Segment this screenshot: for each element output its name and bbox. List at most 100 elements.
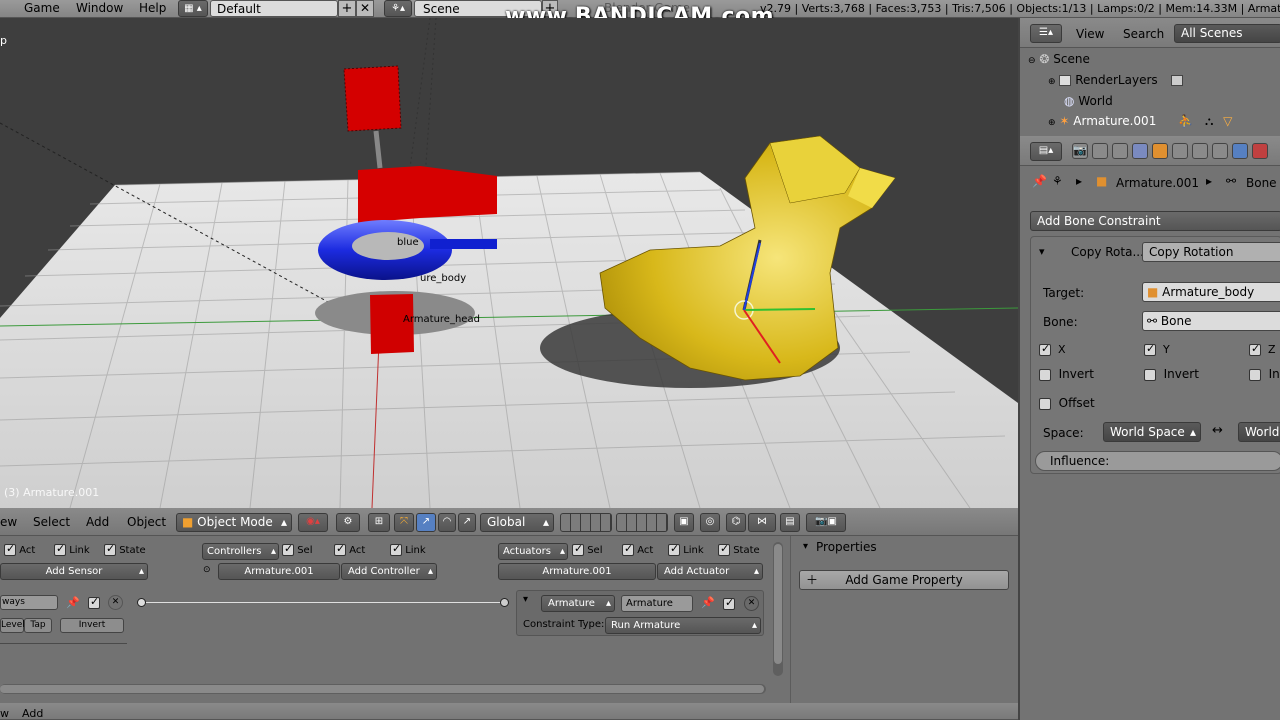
controller-expand-icon[interactable]: ⊙ [203, 565, 211, 575]
sensor-always-field[interactable]: ways [0, 595, 58, 610]
actuator-enable-check[interactable] [723, 596, 735, 610]
sensor-state-check[interactable]: State [104, 542, 146, 556]
scene-selector[interactable]: ⚘▴ [384, 0, 412, 17]
target-field[interactable]: ■ Armature_body [1142, 282, 1280, 302]
add-bone-constraint-button[interactable]: Add Bone Constraint [1030, 211, 1280, 231]
actuator-name-field[interactable]: Armature [621, 595, 693, 612]
scale-manipulator[interactable]: ↗ [458, 513, 476, 532]
properties-collapse-icon[interactable]: ▾ [803, 541, 808, 552]
close-layout-button[interactable]: ✕ [356, 0, 374, 17]
pin-icon[interactable]: 📌 [1032, 174, 1047, 188]
menu-window[interactable]: Window [76, 1, 123, 15]
logic-vertical-scrollbar[interactable] [773, 542, 783, 676]
actuators-filter-dropdown[interactable]: Actuators ▴ [498, 543, 568, 560]
layout-selector[interactable]: ▦ ▴ [178, 0, 208, 17]
sensor-pin-icon[interactable]: 📌 [66, 596, 80, 609]
menu-object[interactable]: Object [127, 515, 166, 529]
logic-menu-add[interactable]: Add [22, 707, 43, 720]
constraint-type-dropdown[interactable]: Run Armature ▴ [605, 617, 761, 634]
sensor-delete-icon[interactable]: ✕ [108, 595, 123, 610]
actuator-state-check[interactable]: State [718, 542, 760, 556]
menu-game[interactable]: Game [24, 1, 60, 15]
bone-tab-icon[interactable] [1212, 143, 1228, 159]
lock-layers-button[interactable]: ▣ [674, 513, 694, 532]
layout-field[interactable]: Default [210, 0, 338, 17]
proportional-edit-button[interactable]: ◎ [700, 513, 720, 532]
snap-magnet-button[interactable]: ⌬ [726, 513, 746, 532]
logic-menu-view[interactable]: w [0, 707, 9, 720]
sensor-link-check[interactable]: Link [54, 542, 90, 556]
use-z-check[interactable]: Z [1249, 342, 1276, 356]
offset-check[interactable]: Offset [1039, 396, 1095, 410]
orientation-dropdown[interactable]: Global ▴ [480, 513, 554, 532]
controller-sel-check[interactable]: Sel [282, 542, 312, 556]
sensor-act-check[interactable]: Act [4, 542, 35, 556]
add-controller-dropdown[interactable]: Add Controller ▴ [341, 563, 437, 580]
logic-horizontal-scrollbar[interactable] [0, 684, 766, 694]
controller-act-check[interactable]: Act [334, 542, 365, 556]
sensor-enable-check[interactable] [88, 595, 100, 609]
outliner-item-world[interactable]: ◍ World [1064, 94, 1278, 112]
outliner-item-armature[interactable]: ⊕ ✶ Armature.001 ⛹ ⛬ ▽ [1048, 114, 1280, 134]
add-layout-button[interactable]: + [338, 0, 356, 17]
invert-x-check[interactable]: Invert [1039, 367, 1094, 381]
actuator-delete-icon[interactable]: ✕ [744, 596, 759, 611]
controllers-filter-dropdown[interactable]: Controllers ▴ [202, 543, 279, 560]
use-y-check[interactable]: Y [1144, 342, 1170, 356]
outliner-display-dropdown[interactable]: All Scenes [1174, 24, 1280, 43]
actuator-collapse-icon[interactable]: ▾ [523, 594, 528, 605]
actuator-act-check[interactable]: Act [622, 542, 653, 556]
viewport-shading-button[interactable]: ◉▴ [298, 513, 328, 532]
add-sensor-dropdown[interactable]: Add Sensor ▴ [0, 563, 148, 580]
constraint-type-field[interactable]: Copy Rotation [1142, 242, 1280, 262]
layer-buttons-b[interactable] [616, 513, 668, 532]
mode-dropdown[interactable]: ■ Object Mode ▴ [176, 513, 292, 532]
viewport-3d[interactable]: blue ure_body Armature_head p (3) Armatu… [0, 18, 1018, 508]
translate-manipulator[interactable]: ↗ [416, 513, 436, 532]
menu-help[interactable]: Help [139, 1, 166, 15]
sensor-level-button[interactable]: Level [0, 618, 25, 633]
render-opengl-button[interactable]: ▤ [780, 513, 800, 532]
sensor-output-socket[interactable] [137, 598, 146, 607]
render-layers-tab-icon[interactable] [1092, 143, 1108, 159]
outliner-menu-view[interactable]: View [1076, 27, 1104, 41]
menu-view-cut[interactable]: ew [0, 515, 17, 529]
sensor-invert-button[interactable]: Invert [60, 618, 124, 633]
constraint-collapse-icon[interactable]: ▾ [1039, 245, 1045, 258]
constraints-tab-icon[interactable] [1172, 143, 1188, 159]
outliner-editor-type[interactable]: ☰▴ [1030, 24, 1062, 43]
actuator-type-dropdown[interactable]: Armature ▴ [541, 595, 615, 612]
outliner-item-scene[interactable]: ⊖ ❂ Scene [1028, 52, 1278, 70]
render-tab-icon[interactable]: 📷 [1072, 143, 1088, 159]
add-game-property-button[interactable]: ＋ Add Game Property [799, 570, 1009, 590]
target-space-dropdown[interactable]: World [1238, 422, 1280, 442]
object-tab-icon[interactable] [1152, 143, 1168, 159]
properties-panel-title[interactable]: Properties [816, 540, 877, 554]
controller-link-check[interactable]: Link [390, 542, 426, 556]
texture-tab-icon[interactable] [1252, 143, 1268, 159]
use-x-check[interactable]: X [1039, 342, 1066, 356]
sensor-tap-button[interactable]: Tap [24, 618, 52, 633]
add-actuator-dropdown[interactable]: Add Actuator ▴ [657, 563, 763, 580]
actuator-pin-icon[interactable]: 📌 [701, 596, 715, 609]
render-anim-button[interactable]: 📷▣ [806, 513, 846, 532]
bone-field[interactable]: ⚯ Bone [1142, 311, 1280, 331]
rotate-manipulator[interactable]: ◠ [438, 513, 456, 532]
influence-slider[interactable]: Influence: [1035, 451, 1280, 471]
constraint-name[interactable]: Copy Rota... [1071, 245, 1144, 259]
snap-element-button[interactable]: ⋈ [748, 513, 776, 532]
layer-buttons-a[interactable] [560, 513, 612, 532]
world-tab-icon[interactable] [1132, 143, 1148, 159]
actuator-sel-check[interactable]: Sel [572, 542, 602, 556]
data-tab-icon[interactable] [1192, 143, 1208, 159]
menu-select[interactable]: Select [33, 515, 70, 529]
snap-toggle[interactable]: ⊞ [368, 513, 390, 532]
manipulator-toggle[interactable]: ⤧ [394, 513, 414, 532]
properties-editor-type[interactable]: ▤▴ [1030, 142, 1062, 161]
actuator-link-check[interactable]: Link [668, 542, 704, 556]
pivot-button[interactable]: ⚙ [336, 513, 360, 532]
invert-z-check[interactable]: In [1249, 367, 1280, 381]
menu-add[interactable]: Add [86, 515, 109, 529]
owner-space-dropdown[interactable]: World Space ▴ [1103, 422, 1201, 442]
invert-y-check[interactable]: Invert [1144, 367, 1199, 381]
